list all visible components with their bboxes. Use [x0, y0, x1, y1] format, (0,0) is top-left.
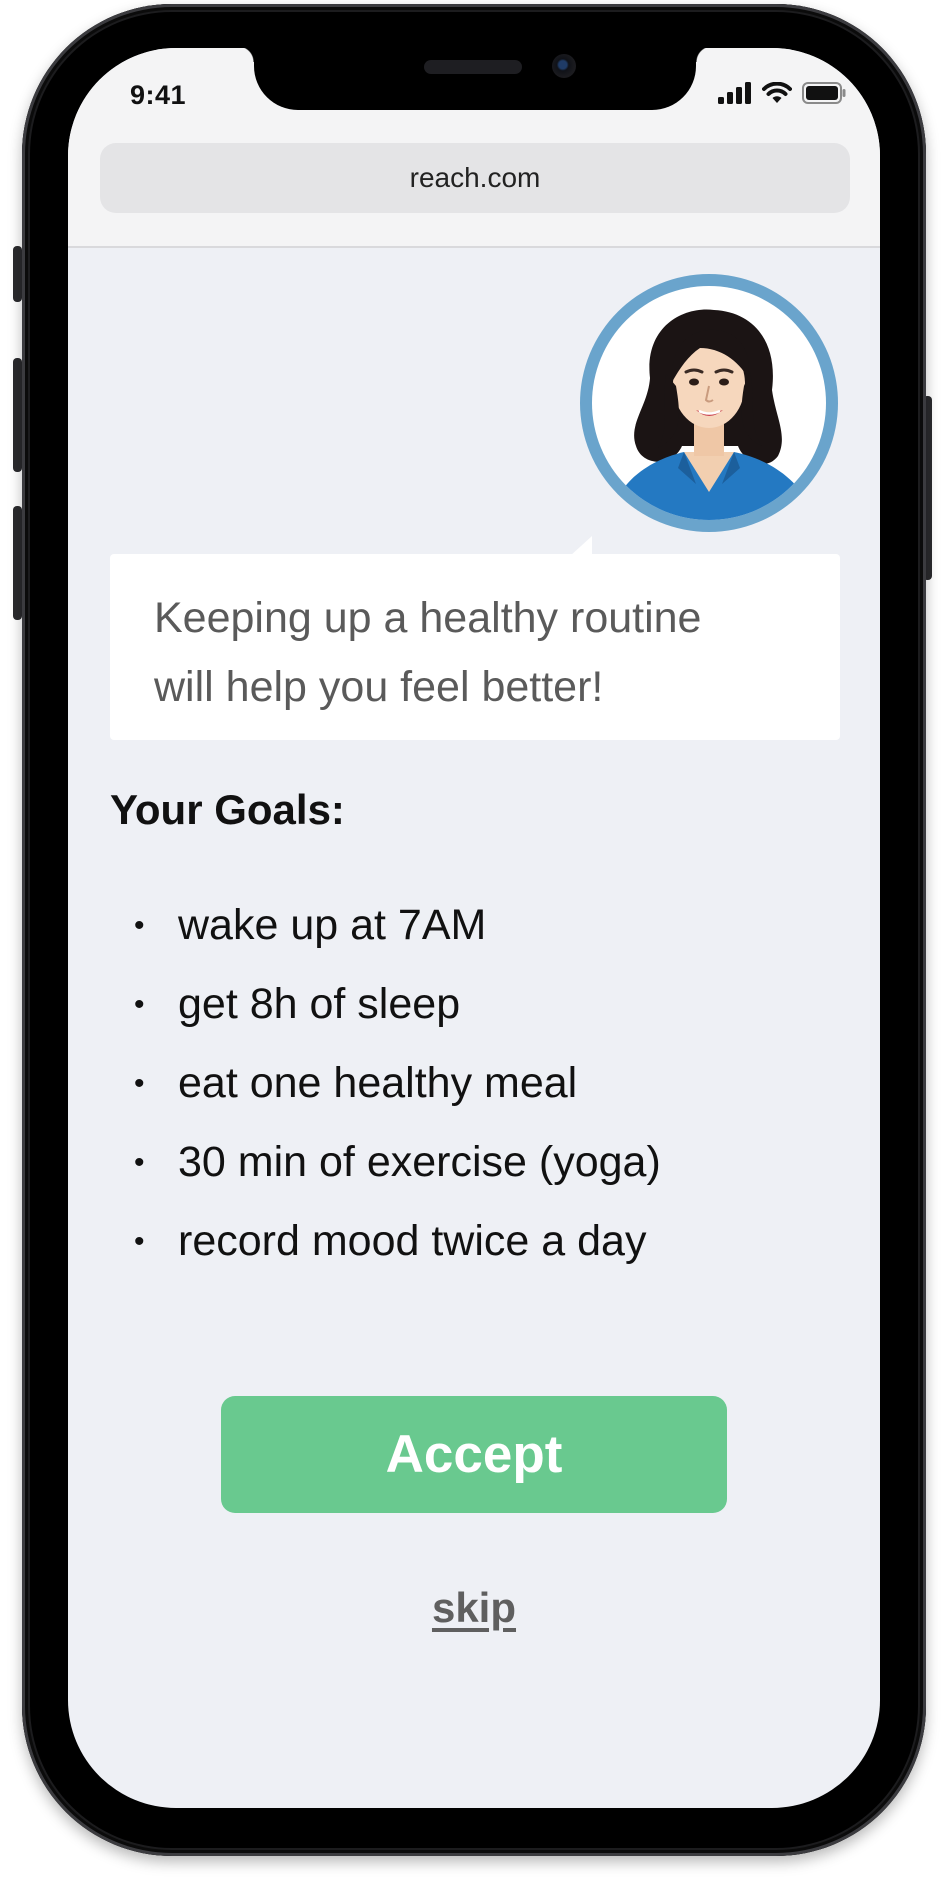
- goal-text: wake up at 7AM: [178, 901, 487, 949]
- accept-button[interactable]: Accept: [221, 1396, 727, 1513]
- bullet-icon: •: [134, 1066, 145, 1100]
- goals-heading: Your Goals:: [110, 786, 345, 833]
- status-icons: [718, 82, 846, 104]
- list-item: • eat one healthy meal: [134, 1044, 661, 1123]
- coach-portrait: [610, 309, 814, 520]
- bullet-icon: •: [134, 1224, 145, 1258]
- address-bar-url: reach.com: [409, 162, 541, 193]
- list-item: • record mood twice a day: [134, 1202, 661, 1281]
- bullet-icon: •: [134, 987, 145, 1021]
- coach-speech-bubble: Keeping up a healthy routine will help y…: [110, 554, 840, 740]
- goals-list: • wake up at 7AM • get 8h of sleep • eat…: [134, 886, 661, 1281]
- phone-screen: 9:41 reach.com Keeping up a healthy rout…: [68, 48, 880, 1808]
- goal-text: 30 min of exercise (yoga): [178, 1138, 661, 1186]
- speech-bubble-tail: [570, 536, 592, 556]
- coach-avatar-ring: [580, 274, 838, 532]
- volume-down-button: [13, 506, 22, 620]
- coach-message-line-2: will help you feel better!: [154, 663, 604, 711]
- phone-mockup: 9:41 reach.com Keeping up a healthy rout…: [0, 0, 944, 1880]
- status-time: 9:41: [130, 80, 187, 110]
- list-item: • wake up at 7AM: [134, 886, 661, 965]
- cellular-signal-icon: [718, 82, 751, 104]
- bullet-icon: •: [134, 908, 145, 942]
- volume-up-button: [13, 358, 22, 472]
- list-item: • 30 min of exercise (yoga): [134, 1123, 661, 1202]
- browser-chrome: 9:41 reach.com: [68, 48, 880, 248]
- coach-avatar-icon: [592, 286, 826, 520]
- address-bar[interactable]: reach.com: [100, 143, 850, 213]
- coach-message-line-1: Keeping up a healthy routine: [154, 594, 702, 642]
- speaker-grille: [424, 60, 522, 74]
- goal-text: eat one healthy meal: [178, 1059, 578, 1107]
- list-item: • get 8h of sleep: [134, 965, 661, 1044]
- silent-switch: [13, 246, 22, 302]
- bullet-icon: •: [134, 1145, 145, 1179]
- goal-text: get 8h of sleep: [178, 980, 461, 1028]
- skip-link[interactable]: skip: [68, 1584, 880, 1632]
- coach-message: Keeping up a healthy routine will help y…: [154, 584, 814, 722]
- battery-icon: [802, 82, 846, 104]
- notch: [238, 48, 712, 110]
- front-camera-icon: [552, 54, 576, 78]
- goal-text: record mood twice a day: [178, 1217, 647, 1265]
- wifi-icon: [762, 82, 792, 103]
